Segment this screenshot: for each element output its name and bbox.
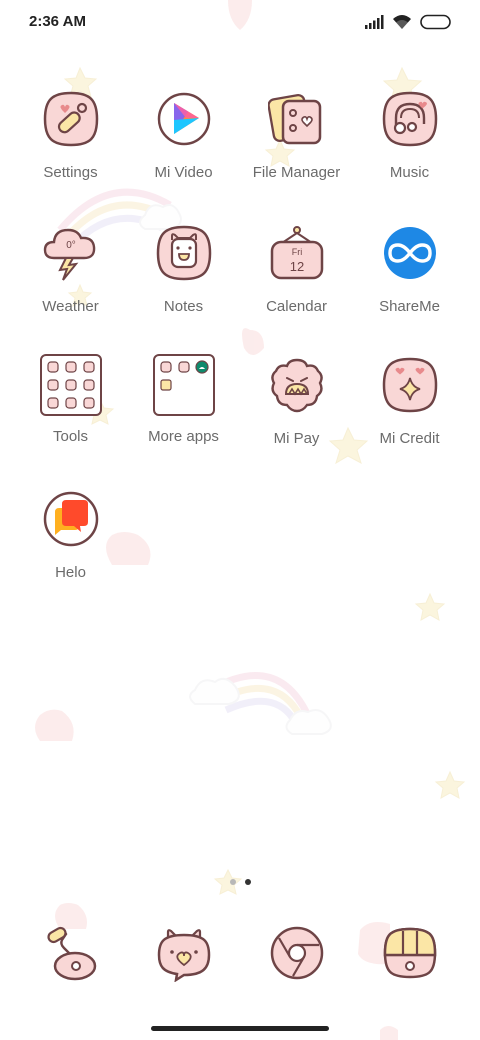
calendar-icon: Fri 12 [270, 226, 323, 280]
weather-icon: 0° [43, 228, 95, 281]
app-label: Weather [42, 298, 99, 315]
app-label: Mi Credit [379, 430, 440, 447]
app-label: Mi Video [154, 164, 213, 181]
app-mi-video[interactable]: Mi Video [127, 90, 240, 210]
app-file-manager[interactable]: File Manager [240, 90, 353, 210]
camera-icon[interactable] [381, 924, 439, 982]
page-dot-active [245, 879, 251, 885]
signal-icon [365, 15, 384, 29]
folder-icon [39, 354, 102, 416]
app-helo[interactable]: Helo [14, 490, 127, 610]
app-notes[interactable]: Notes [127, 224, 240, 344]
app-label: Helo [55, 564, 86, 581]
app-label: Mi Pay [273, 430, 320, 447]
folder-icon [152, 354, 215, 416]
notes-icon [156, 225, 211, 281]
app-calendar[interactable]: Fri 12 Calendar [240, 224, 353, 344]
helo-icon [43, 491, 98, 547]
file-manager-icon [267, 93, 321, 145]
shareme-icon [383, 227, 436, 279]
wifi-icon [393, 15, 411, 29]
app-label: Tools [52, 428, 89, 445]
folder-tools[interactable]: Tools [14, 354, 127, 474]
svg-text:0°: 0° [66, 240, 76, 251]
page-dot [230, 879, 236, 885]
app-label: More apps [148, 428, 219, 445]
dock [0, 924, 480, 988]
battery-icon [420, 14, 451, 30]
mi-pay-icon [270, 358, 323, 413]
mi-video-icon [157, 92, 210, 146]
svg-text:12: 12 [289, 259, 303, 274]
app-label: Notes [163, 298, 204, 315]
svg-text:Fri: Fri [291, 247, 302, 257]
app-settings[interactable]: Settings [14, 90, 127, 210]
app-music[interactable]: Music [353, 90, 466, 210]
page-indicator[interactable] [0, 873, 480, 893]
app-label: ShareMe [379, 298, 440, 315]
home-indicator-bar[interactable] [151, 1026, 329, 1031]
messages-icon[interactable] [155, 924, 213, 982]
status-time: 2:36 AM [29, 13, 86, 30]
browser-icon[interactable] [268, 924, 326, 982]
settings-icon [43, 91, 98, 147]
app-label: File Manager [252, 164, 341, 181]
music-icon [382, 91, 437, 147]
app-label: Settings [43, 164, 98, 181]
mi-credit-icon [382, 357, 437, 413]
app-shareme[interactable]: ShareMe [353, 224, 466, 344]
app-weather[interactable]: 0° Weather [14, 224, 127, 344]
app-mi-pay[interactable]: Mi Pay [240, 356, 353, 476]
app-label: Calendar [266, 298, 327, 315]
status-bar: 2:36 AM [0, 0, 480, 44]
app-mi-credit[interactable]: Mi Credit [353, 356, 466, 476]
phone-icon[interactable] [42, 924, 100, 982]
app-label: Music [389, 164, 430, 181]
folder-more-apps[interactable]: More apps [127, 354, 240, 474]
